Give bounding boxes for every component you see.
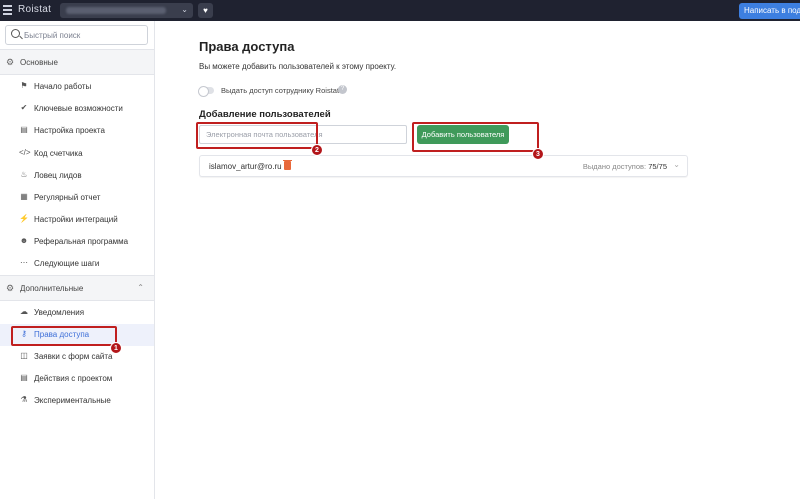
- dots-icon: ⋯: [20, 258, 28, 267]
- section-extra[interactable]: ⚙ Дополнительные ⌃: [0, 275, 154, 301]
- heart-icon[interactable]: ♥: [198, 3, 213, 18]
- sidebar: ⚙ Основные ⚑ Начало работы ✔ Ключевые во…: [0, 21, 155, 499]
- highlight-email-field: [196, 122, 318, 149]
- sidebar-item-label: Настройки интеграций: [34, 215, 118, 224]
- help-icon[interactable]: ?: [338, 85, 347, 94]
- search-box[interactable]: [5, 25, 148, 45]
- menu-icon[interactable]: [3, 5, 12, 15]
- sidebar-item-label: Уведомления: [34, 308, 85, 317]
- sidebar-item-label: Регулярный отчет: [34, 193, 101, 202]
- sidebar-item-label: Начало работы: [34, 82, 92, 91]
- chevron-up-icon: ⌃: [137, 283, 144, 292]
- app-logo[interactable]: Roistat: [18, 4, 51, 15]
- support-button[interactable]: Написать в подд: [739, 3, 800, 19]
- calendar-icon: ▦: [20, 192, 28, 201]
- add-users-heading: Добавление пользователей: [199, 109, 331, 120]
- flask-icon: ⚗: [20, 395, 28, 404]
- sidebar-item-integrations[interactable]: ⚡ Настройки интеграций: [0, 209, 154, 231]
- sidebar-item-referral[interactable]: ☻ Реферальная программа: [0, 231, 154, 253]
- section-extra-label: Дополнительные: [20, 284, 84, 293]
- sidebar-item-label: Ключевые возможности: [34, 104, 123, 113]
- plug-icon: ⚡: [19, 214, 29, 223]
- search-icon: [11, 29, 20, 38]
- search-input[interactable]: [24, 28, 142, 42]
- sidebar-item-counter-code[interactable]: </> Код счетчика: [0, 143, 154, 165]
- sidebar-item-lead-catcher[interactable]: ♨ Ловец лидов: [0, 165, 154, 187]
- annotation-badge-1: 1: [110, 342, 122, 354]
- sidebar-item-label: Следующие шаги: [34, 259, 100, 268]
- project-select[interactable]: ⌄: [60, 3, 193, 18]
- access-count: Выдано доступов: 75/75: [583, 162, 667, 171]
- user-email: islamov_artur@ro.ru: [209, 162, 282, 171]
- chevron-down-icon: ⌄: [181, 5, 188, 14]
- sidebar-item-regular-report[interactable]: ▦ Регулярный отчет: [0, 187, 154, 209]
- cart-icon: ◫: [20, 351, 28, 360]
- users-icon: ☻: [19, 236, 29, 245]
- cloud-icon: ☁: [20, 307, 28, 316]
- employee-access-label: Выдать доступ сотруднику Roistat: [221, 86, 340, 95]
- chevron-down-icon[interactable]: ⌄: [673, 160, 680, 169]
- sidebar-item-label: Ловец лидов: [34, 171, 82, 180]
- sidebar-item-experimental[interactable]: ⚗ Экспериментальные: [0, 390, 154, 412]
- access-count-label: Выдано доступов:: [582, 162, 647, 171]
- check-circle-icon: ✔: [20, 103, 28, 112]
- sidebar-item-features[interactable]: ✔ Ключевые возможности: [0, 98, 154, 120]
- sidebar-item-notifications[interactable]: ☁ Уведомления: [0, 302, 154, 324]
- gears-icon: ⚙: [6, 283, 15, 293]
- trash-icon[interactable]: [283, 159, 292, 170]
- annotation-badge-3: 3: [532, 148, 544, 160]
- highlight-add-button: [412, 122, 539, 152]
- page-description: Вы можете добавить пользователей к этому…: [199, 62, 397, 71]
- user-row[interactable]: islamov_artur@ro.ru Выдано доступов: 75/…: [199, 155, 688, 177]
- sidebar-item-label: Код счетчика: [34, 149, 83, 158]
- code-icon: </>: [19, 148, 31, 157]
- sidebar-item-label: Действия с проектом: [34, 374, 113, 383]
- top-bar: Roistat ⌄ ♥ Написать в подд: [0, 0, 800, 21]
- flag-icon: ⚑: [20, 81, 28, 90]
- clipboard-icon: ▤: [20, 125, 28, 134]
- highlight-access-rights: [11, 326, 117, 346]
- sidebar-item-next-steps[interactable]: ⋯ Следующие шаги: [0, 253, 154, 275]
- access-count-value: 75/75: [648, 162, 667, 171]
- section-main-label: Основные: [20, 58, 58, 67]
- sidebar-item-start[interactable]: ⚑ Начало работы: [0, 76, 154, 98]
- sidebar-item-project-actions[interactable]: ▤ Действия с проектом: [0, 368, 154, 390]
- annotation-badge-2: 2: [311, 144, 323, 156]
- page-title: Права доступа: [199, 39, 295, 54]
- bell-icon: ♨: [20, 170, 28, 179]
- sidebar-item-label: Экспериментальные: [34, 396, 111, 405]
- sidebar-item-form-requests[interactable]: ◫ Заявки с форм сайта: [0, 346, 154, 368]
- sidebar-item-label: Реферальная программа: [34, 237, 129, 246]
- sidebar-item-label: Заявки с форм сайта: [34, 352, 113, 361]
- section-main[interactable]: ⚙ Основные: [0, 49, 154, 75]
- sidebar-item-label: Настройка проекта: [34, 126, 105, 135]
- project-name-blurred: [66, 7, 166, 14]
- list-icon: ▤: [20, 373, 28, 382]
- sidebar-item-project-settings[interactable]: ▤ Настройка проекта: [0, 120, 154, 142]
- employee-access-toggle[interactable]: [198, 85, 214, 97]
- gear-icon: ⚙: [6, 57, 15, 67]
